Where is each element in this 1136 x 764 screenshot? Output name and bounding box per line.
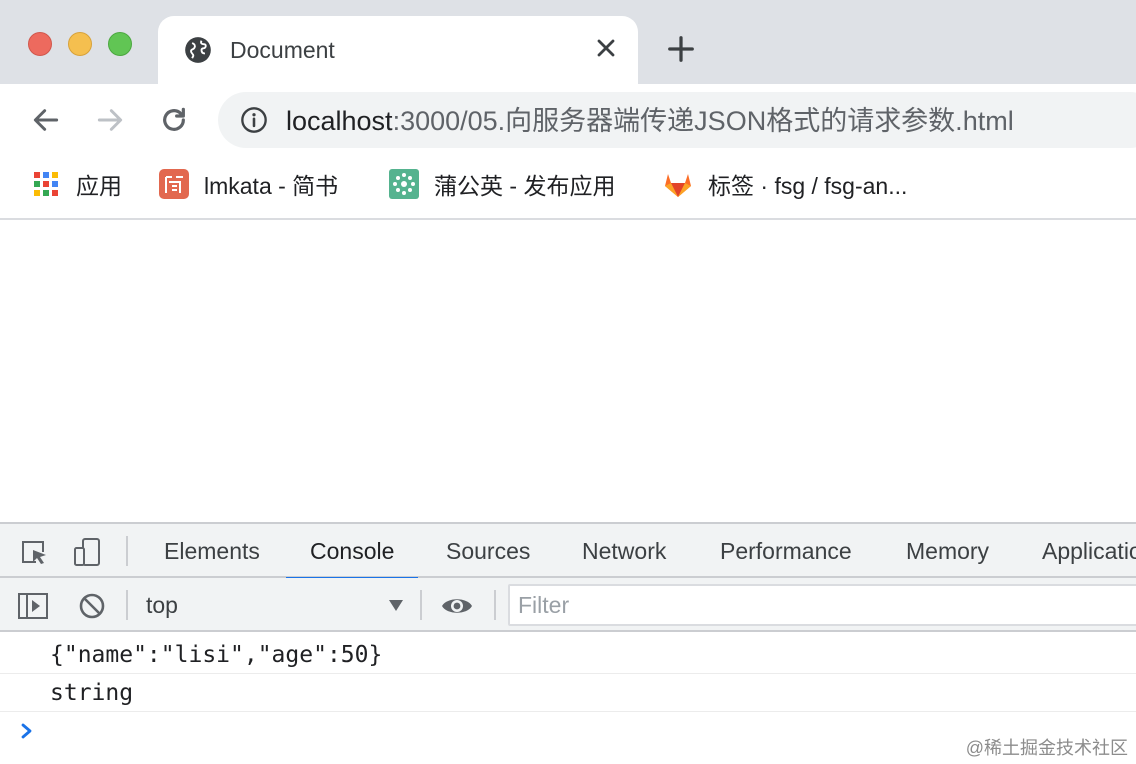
close-icon[interactable]: [592, 34, 620, 62]
devtools-tab-network[interactable]: Network: [582, 524, 666, 578]
caret-down-icon[interactable]: [388, 598, 404, 612]
jianshu-icon: [159, 169, 189, 199]
toolbar-separator: [126, 536, 128, 566]
address-bar[interactable]: localhost:3000/05.向服务器端传递JSON格式的请求参数.htm…: [218, 92, 1136, 148]
globe-icon: [185, 37, 211, 63]
devtools-tab-elements[interactable]: Elements: [164, 524, 260, 578]
devtools-tab-application[interactable]: Applicatio: [1042, 524, 1136, 578]
devtools-tab-memory[interactable]: Memory: [906, 524, 989, 578]
url-text: localhost:3000/05.向服务器端传递JSON格式的请求参数.htm…: [286, 106, 1014, 136]
show-sidebar-icon[interactable]: [18, 592, 48, 620]
pgyer-icon: [389, 169, 419, 199]
bookmark-jianshu[interactable]: lmkata - 简书: [158, 168, 338, 200]
bookmark-gitlab[interactable]: 标签 · fsg / fsg-an...: [662, 168, 907, 200]
browser-toolbar: localhost:3000/05.向服务器端传递JSON格式的请求参数.htm…: [0, 84, 1136, 156]
devtools-tab-bar: Elements Console Sources Network Perform…: [0, 524, 1136, 580]
url-host: localhost: [286, 106, 393, 136]
window-close-button[interactable]: [28, 32, 52, 56]
toolbar-separator: [126, 590, 128, 620]
bookmark-pgyer[interactable]: 蒲公英 - 发布应用: [388, 168, 615, 200]
page-viewport: [0, 222, 1136, 522]
devtools-panel: Elements Console Sources Network Perform…: [0, 522, 1136, 764]
filter-box: [508, 584, 1136, 626]
console-prompt-chevron-icon[interactable]: [18, 720, 36, 742]
console-toolbar: top: [0, 578, 1136, 632]
bookmark-label: 应用: [76, 173, 122, 199]
console-message: string: [0, 674, 1136, 712]
watermark: @稀土掘金技术社区: [965, 738, 1128, 758]
inspect-element-icon[interactable]: [18, 536, 50, 568]
toolbar-separator: [494, 590, 496, 620]
devtools-tab-console[interactable]: Console: [285, 524, 419, 580]
browser-tab[interactable]: Document: [158, 16, 638, 84]
new-tab-plus-icon[interactable]: [666, 34, 696, 64]
back-arrow-icon[interactable]: [30, 104, 62, 136]
clear-console-icon[interactable]: [78, 592, 106, 620]
reload-icon[interactable]: [158, 104, 190, 136]
info-icon[interactable]: [240, 106, 268, 134]
toolbar-separator: [420, 590, 422, 620]
window-zoom-button[interactable]: [108, 32, 132, 56]
context-selector[interactable]: top: [146, 578, 178, 632]
devtools-tab-performance[interactable]: Performance: [720, 524, 852, 578]
device-toolbar-icon[interactable]: [72, 536, 104, 568]
console-message: {"name":"lisi","age":50}: [0, 636, 1136, 674]
apps-grid-icon: [34, 172, 58, 196]
tab-strip: Document: [0, 0, 1136, 84]
gitlab-icon: [665, 174, 691, 197]
filter-input[interactable]: [510, 586, 1136, 624]
url-path: :3000/05.向服务器端传递JSON格式的请求参数.html: [392, 106, 1014, 136]
bookmarks-bar: 应用 lmkata - 简书 蒲公英 - 发布应用 标签 · fsg / fsg…: [0, 156, 1136, 220]
eye-icon[interactable]: [440, 592, 474, 620]
bookmark-label: lmkata - 简书: [204, 173, 339, 199]
devtools-tab-sources[interactable]: Sources: [446, 524, 530, 578]
bookmark-label: 蒲公英 - 发布应用: [434, 173, 616, 199]
tab-title: Document: [230, 37, 335, 63]
bookmark-label: 标签 · fsg / fsg-an...: [708, 173, 908, 199]
bookmark-apps[interactable]: 应用: [30, 168, 122, 200]
window-minimize-button[interactable]: [68, 32, 92, 56]
forward-arrow-icon[interactable]: [94, 104, 126, 136]
